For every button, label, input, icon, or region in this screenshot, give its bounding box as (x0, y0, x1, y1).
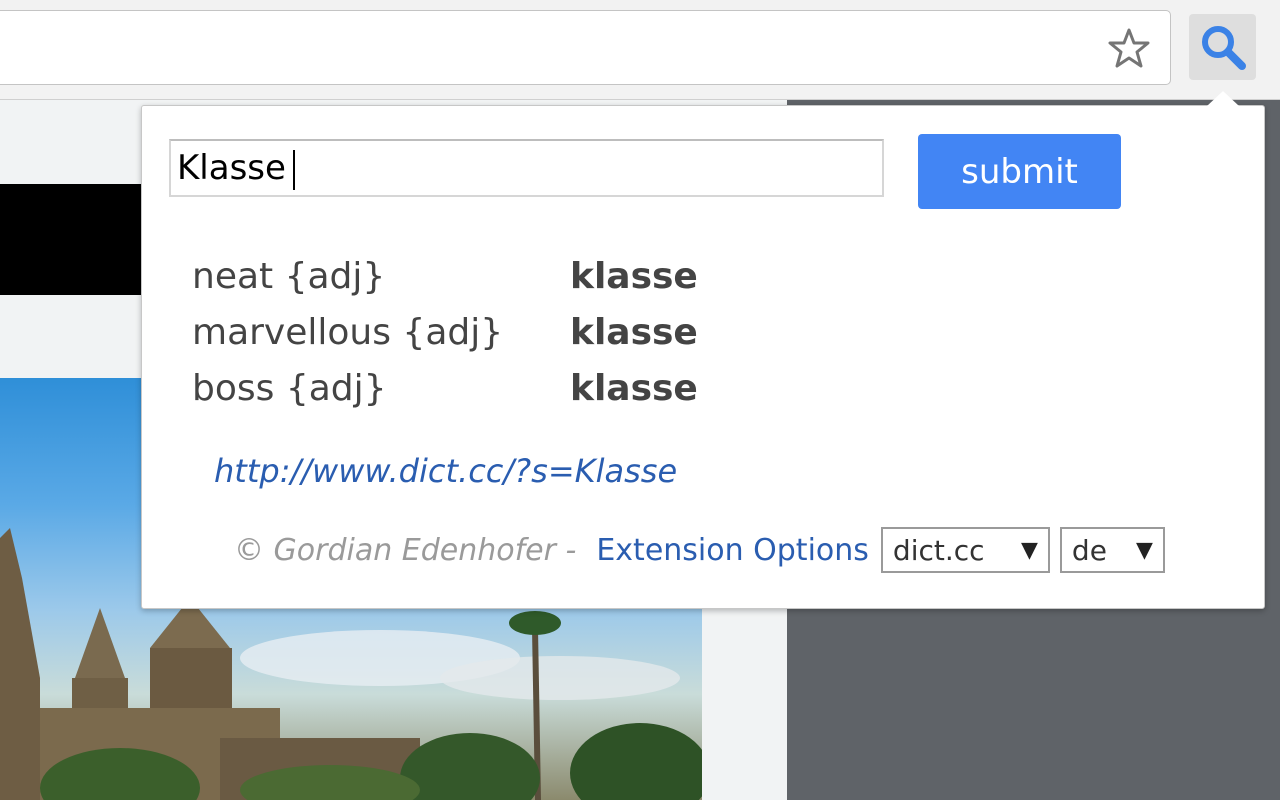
dictcc-result-link[interactable]: http://www.dict.cc/?s=Klasse (214, 452, 677, 490)
search-input[interactable] (169, 139, 884, 197)
popup-footer: © Gordian Edenhofer - Extension Options … (234, 526, 1165, 574)
dictcc-popup: submit neat {adj} klasse marvellous {adj… (141, 105, 1265, 609)
result-english: neat {adj} (192, 255, 386, 297)
address-bar[interactable] (0, 10, 1171, 85)
dictcc-extension-button[interactable] (1189, 14, 1256, 80)
result-english: boss {adj} (192, 367, 387, 409)
language-select-value: de (1071, 533, 1107, 567)
dictionary-select[interactable]: dict.cc ▼ (880, 527, 1050, 573)
page-header-band (0, 184, 145, 295)
extension-options-link[interactable]: Extension Options (596, 533, 869, 568)
result-row: boss {adj} klasse (192, 360, 698, 416)
text-cursor (293, 150, 295, 190)
chevron-down-icon: ▼ (1021, 537, 1038, 563)
browser-toolbar (0, 0, 1280, 100)
language-select[interactable]: de ▼ (1059, 527, 1165, 573)
result-english: marvellous {adj} (192, 311, 504, 353)
dictionary-select-value: dict.cc (892, 533, 985, 567)
popup-arrow (1207, 91, 1239, 106)
translation-results: neat {adj} klasse marvellous {adj} klass… (192, 248, 698, 416)
magnifier-icon (1202, 26, 1246, 70)
result-german: klasse (570, 367, 698, 409)
result-german: klasse (570, 311, 698, 353)
star-icon[interactable] (1106, 25, 1152, 71)
chevron-down-icon: ▼ (1136, 537, 1153, 563)
result-german: klasse (570, 255, 698, 297)
result-row: neat {adj} klasse (192, 248, 698, 304)
result-row: marvellous {adj} klasse (192, 304, 698, 360)
copyright-text: © Gordian Edenhofer - (234, 532, 577, 568)
submit-button[interactable]: submit (918, 134, 1121, 209)
